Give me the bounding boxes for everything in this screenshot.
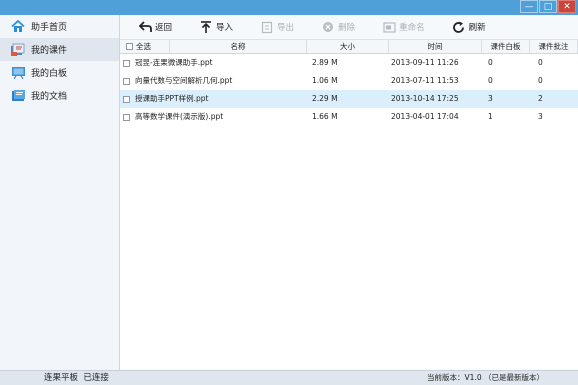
column-header-time[interactable]: 时间 [389, 40, 482, 53]
column-header-annotation[interactable]: 课件批注 [530, 40, 578, 53]
file-name: 高等数学课件(演示版).ppt [135, 112, 224, 121]
refresh-icon [452, 20, 466, 34]
file-size: 2.29 M [312, 94, 338, 103]
row-checkbox-cell [120, 90, 132, 108]
window-controls: — □ ✕ [519, 0, 576, 13]
row-checkbox-cell [120, 54, 132, 72]
sidebar: 助手首页 我的课件 我的白板 我的文档 [0, 15, 120, 370]
file-name: 冠昱-连果微课助手.ppt [135, 58, 213, 67]
table-row[interactable]: 授课助手PPT样例.ppt 2.29 M 2013-10-14 17:25 3 … [120, 90, 578, 108]
file-size: 1.06 M [312, 76, 338, 85]
row-checkbox[interactable] [122, 77, 130, 85]
file-name: 授课助手PPT样例.ppt [135, 94, 209, 103]
select-all-label: 全选 [136, 42, 151, 51]
whiteboard-count: 0 [488, 58, 493, 67]
table-header: 全选 名称 大小 时间 课件白板 课件批注 [120, 40, 578, 54]
table-row[interactable]: 冠昱-连果微课助手.ppt 2.89 M 2013-09-11 11:26 0 … [120, 54, 578, 72]
row-checkbox[interactable] [122, 113, 130, 121]
whiteboard-count: 1 [488, 112, 493, 121]
file-time: 2013-09-11 11:26 [391, 58, 459, 67]
sidebar-item-label: 我的文档 [31, 92, 68, 102]
sidebar-item-label: 我的白板 [31, 69, 68, 79]
sidebar-item-label: 助手首页 [31, 23, 68, 33]
home-icon [10, 20, 26, 34]
whiteboard-count: 3 [488, 94, 493, 103]
back-label: 返回 [155, 23, 173, 33]
file-size: 1.66 M [312, 112, 338, 121]
rename-button[interactable]: 重命名 [364, 15, 434, 40]
export-button[interactable]: 导出 [242, 15, 303, 40]
column-header-name[interactable]: 名称 [170, 40, 307, 53]
column-header-size[interactable]: 大小 [307, 40, 389, 53]
row-checkbox-cell [120, 108, 132, 126]
status-bar: 连果平板 已连接 当前版本：V1.0 （已是最新版本） [0, 370, 578, 385]
connection-status: 连果平板 已连接 [44, 371, 109, 385]
close-button[interactable]: ✕ [558, 0, 576, 13]
title-bar: — □ ✕ [0, 0, 578, 15]
maximize-button[interactable]: □ [539, 0, 557, 13]
sidebar-item-documents[interactable]: 我的文档 [0, 84, 119, 107]
sidebar-item-home[interactable]: 助手首页 [0, 15, 119, 38]
rename-icon [382, 20, 396, 34]
file-name: 向量代数与空间解析几何.ppt [135, 76, 233, 85]
connection-state: 已连接 [83, 373, 109, 383]
row-checkbox[interactable] [122, 59, 130, 67]
sidebar-item-courseware[interactable]: 我的课件 [0, 38, 119, 61]
table-row[interactable]: 高等数学课件(演示版).ppt 1.66 M 2013-04-01 17:04 … [120, 108, 578, 126]
select-all-checkbox[interactable] [126, 43, 133, 50]
row-checkbox[interactable] [122, 95, 130, 103]
annotation-count: 0 [538, 76, 543, 85]
annotation-count: 2 [538, 94, 543, 103]
delete-button[interactable]: 删除 [303, 15, 364, 40]
whiteboard-icon [10, 66, 26, 80]
rename-label: 重命名 [399, 23, 425, 33]
courseware-icon [10, 43, 26, 57]
refresh-button[interactable]: 刷新 [434, 15, 495, 40]
toolbar: 返回 导入 导出 删除 重命名 刷新 [120, 15, 578, 40]
file-size: 2.89 M [312, 58, 338, 67]
file-table: 全选 名称 大小 时间 课件白板 课件批注 冠昱-连果微课助手.ppt 2.89… [120, 40, 578, 370]
back-button[interactable]: 返回 [120, 15, 181, 40]
device-name: 连果平板 [44, 373, 79, 383]
import-label: 导入 [216, 23, 234, 33]
sidebar-item-whiteboard[interactable]: 我的白板 [0, 61, 119, 84]
minimize-button[interactable]: — [520, 0, 538, 13]
file-time: 2013-10-14 17:25 [391, 94, 459, 103]
delete-label: 删除 [338, 23, 356, 33]
version-info: 当前版本：V1.0 （已是最新版本） [427, 373, 544, 382]
file-time: 2013-07-11 11:53 [391, 76, 459, 85]
table-row[interactable]: 向量代数与空间解析几何.ppt 1.06 M 2013-07-11 11:53 … [120, 72, 578, 90]
export-icon [260, 20, 274, 34]
column-header-whiteboard[interactable]: 课件白板 [482, 40, 530, 53]
select-all[interactable]: 全选 [120, 40, 170, 53]
annotation-count: 0 [538, 58, 543, 67]
delete-icon [321, 20, 335, 34]
row-checkbox-cell [120, 72, 132, 90]
refresh-label: 刷新 [468, 23, 486, 33]
export-label: 导出 [277, 23, 295, 33]
whiteboard-count: 0 [488, 76, 493, 85]
import-button[interactable]: 导入 [181, 15, 242, 40]
document-icon [10, 89, 26, 103]
back-arrow-icon [138, 20, 152, 34]
file-time: 2013-04-01 17:04 [391, 112, 459, 121]
annotation-count: 3 [538, 112, 543, 121]
sidebar-item-label: 我的课件 [31, 46, 68, 56]
import-icon [199, 20, 213, 34]
